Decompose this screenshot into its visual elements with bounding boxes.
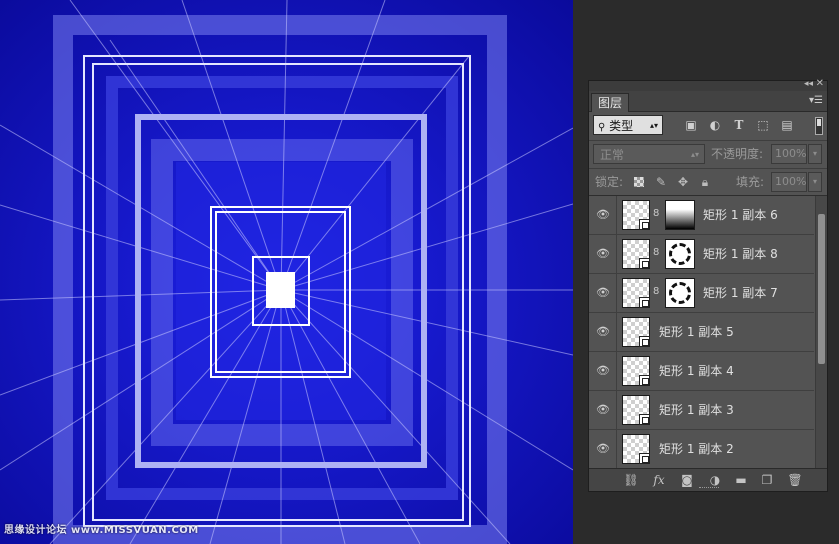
layer-row[interactable]: 👁︎ 矩形 1 副本 3: [589, 391, 814, 430]
eye-visibility-icon[interactable]: 👁︎: [595, 442, 611, 456]
panel-tab-row: 图层 ▾☰: [589, 91, 827, 112]
layer-mask-thumbnail[interactable]: [665, 278, 695, 308]
mask-link-chain-icon[interactable]: 8: [653, 286, 659, 297]
document-canvas[interactable]: 思缘设计论坛 www.MISSVUAN.COM: [0, 0, 573, 544]
filter-row: ⚲ 类型 ▴▾ ▣ ◐ T ⬚ ▤: [589, 112, 827, 141]
row-divider: [616, 313, 617, 351]
layer-name[interactable]: 矩形 1 副本 4: [659, 352, 734, 390]
eye-visibility-icon[interactable]: 👁︎: [595, 325, 611, 339]
lock-position-move-icon[interactable]: ✥: [675, 174, 691, 190]
filter-kind-select[interactable]: ⚲ 类型 ▴▾: [593, 115, 663, 135]
blend-mode-value: 正常: [600, 148, 625, 162]
layer-name[interactable]: 矩形 1 副本 5: [659, 313, 734, 351]
shape-layer-badge-icon: [639, 453, 650, 464]
layer-row[interactable]: 👁︎ 矩形 1 副本 5: [589, 313, 814, 352]
row-divider: [616, 274, 617, 312]
close-icon[interactable]: ✕: [816, 78, 824, 89]
mask-link-chain-icon[interactable]: 8: [653, 247, 659, 258]
scrollbar-thumb[interactable]: [818, 214, 825, 364]
layer-row[interactable]: 👁︎ 8 矩形 1 副本 6: [589, 196, 814, 235]
opacity-label: 不透明度:: [711, 147, 764, 161]
layer-row[interactable]: 👁︎ 矩形 1 副本 4: [589, 352, 814, 391]
layer-row[interactable]: 👁︎ 矩形 1 副本 2: [589, 430, 814, 469]
type-filter-icon[interactable]: T: [731, 117, 747, 133]
lock-label: 锁定:: [595, 175, 624, 189]
shape-layer-badge-icon: [639, 258, 650, 269]
adjustment-filter-icon[interactable]: ◐: [707, 117, 723, 133]
opacity-dropdown-icon[interactable]: ▾: [808, 144, 822, 164]
layer-row[interactable]: 👁︎ 8 矩形 1 副本 7: [589, 274, 814, 313]
search-icon: ⚲: [598, 122, 606, 133]
trash-icon[interactable]: 🗑︎: [787, 472, 803, 488]
layer-name[interactable]: 矩形 1 副本 2: [659, 430, 734, 468]
layers-list: 👁︎ 8 矩形 1 副本 6 👁︎ 8 矩形 1 副本 8 👁︎ 8 矩形 1 副本 7 👁︎ 矩形…: [589, 196, 814, 470]
shape-layer-badge-icon: [639, 336, 650, 347]
lock-all-padlock-icon[interactable]: 🔒︎: [697, 174, 713, 190]
updown-arrow-icon: ▴▾: [649, 121, 658, 130]
shape-layer-badge-icon: [639, 297, 650, 308]
lock-pixels-brush-icon[interactable]: ✎: [653, 174, 669, 190]
panel-menu-icon[interactable]: ▾☰: [809, 95, 823, 106]
new-group-icon[interactable]: ▬: [733, 472, 749, 488]
eye-visibility-icon[interactable]: 👁︎: [595, 364, 611, 378]
eye-visibility-icon[interactable]: 👁︎: [595, 247, 611, 261]
row-divider: [616, 391, 617, 429]
add-mask-icon[interactable]: ◙: [679, 472, 695, 488]
updown-arrow-icon: ▴▾: [690, 150, 699, 159]
tab-layers[interactable]: 图层: [591, 93, 630, 112]
filter-toggle[interactable]: [815, 117, 823, 135]
layer-name[interactable]: 矩形 1 副本 3: [659, 391, 734, 429]
layer-name[interactable]: 矩形 1 副本 6: [703, 196, 778, 234]
layer-thumbnail[interactable]: [622, 356, 650, 386]
lock-transparency-icon[interactable]: [631, 174, 647, 190]
eye-visibility-icon[interactable]: 👁︎: [595, 208, 611, 222]
row-divider: [616, 235, 617, 273]
layer-row[interactable]: 👁︎ 8 矩形 1 副本 8: [589, 235, 814, 274]
adjustment-layer-icon[interactable]: ◑: [707, 472, 723, 488]
resize-grip[interactable]: [699, 487, 719, 491]
shape-layer-badge-icon: [639, 414, 650, 425]
watermark: 思缘设计论坛 www.MISSVUAN.COM: [4, 525, 199, 536]
eye-visibility-icon[interactable]: 👁︎: [595, 403, 611, 417]
layer-thumbnail[interactable]: [622, 200, 650, 230]
core-square: [266, 272, 295, 308]
fill-dropdown-icon[interactable]: ▾: [808, 172, 822, 192]
fill-label: 填充:: [736, 175, 765, 189]
shape-layer-badge-icon: [639, 375, 650, 386]
row-divider: [616, 430, 617, 468]
layer-thumbnail[interactable]: [622, 239, 650, 269]
fill-field[interactable]: 100%: [771, 172, 807, 192]
blend-mode-select[interactable]: 正常 ▴▾: [593, 144, 705, 164]
row-divider: [616, 352, 617, 390]
layer-name[interactable]: 矩形 1 副本 8: [703, 235, 778, 273]
blend-row: 正常 ▴▾ 不透明度: 100% ▾: [589, 141, 827, 169]
layer-thumbnail[interactable]: [622, 317, 650, 347]
layer-thumbnail[interactable]: [622, 434, 650, 464]
layers-panel: ◂◂ ✕ 图层 ▾☰ ⚲ 类型 ▴▾ ▣ ◐ T ⬚ ▤ 正常 ▴▾ 不透明度:…: [588, 78, 828, 492]
new-layer-icon[interactable]: ❐: [759, 472, 775, 488]
layer-thumbnail[interactable]: [622, 278, 650, 308]
mask-link-chain-icon[interactable]: 8: [653, 208, 659, 219]
fx-icon[interactable]: fx: [651, 472, 667, 488]
smart-object-filter-icon[interactable]: ▤: [779, 117, 795, 133]
layer-thumbnail[interactable]: [622, 395, 650, 425]
shape-layer-badge-icon: [639, 219, 650, 230]
layer-mask-thumbnail[interactable]: [665, 200, 695, 230]
lock-row: 锁定: ✎ ✥ 🔒︎ 填充: 100% ▾: [589, 169, 827, 196]
panel-bottom-bar: ⛓ fx ◙ ◑ ▬ ❐ 🗑︎: [589, 468, 827, 491]
row-divider: [616, 196, 617, 234]
layer-name[interactable]: 矩形 1 副本 7: [703, 274, 778, 312]
layers-scrollbar[interactable]: [815, 196, 827, 470]
link-layers-icon[interactable]: ⛓: [623, 472, 639, 488]
opacity-field[interactable]: 100%: [771, 144, 807, 164]
panel-header-strip: ◂◂ ✕: [589, 78, 827, 91]
filter-kind-label: 类型: [609, 119, 634, 133]
artwork: [0, 0, 573, 544]
layer-mask-thumbnail[interactable]: [665, 239, 695, 269]
double-chevron-icon[interactable]: ◂◂: [804, 79, 813, 89]
eye-visibility-icon[interactable]: 👁︎: [595, 286, 611, 300]
image-filter-icon[interactable]: ▣: [683, 117, 699, 133]
shape-filter-icon[interactable]: ⬚: [755, 117, 771, 133]
